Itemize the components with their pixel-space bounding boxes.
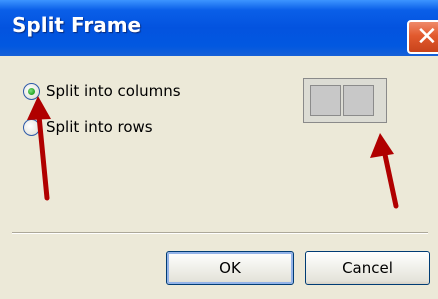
red-arrow-right-icon — [370, 133, 399, 209]
annotation-arrows — [27, 96, 399, 209]
split-frame-dialog: Split Frame ✕ Split into columns Split i… — [0, 0, 438, 299]
red-arrow-left-icon — [27, 96, 51, 201]
